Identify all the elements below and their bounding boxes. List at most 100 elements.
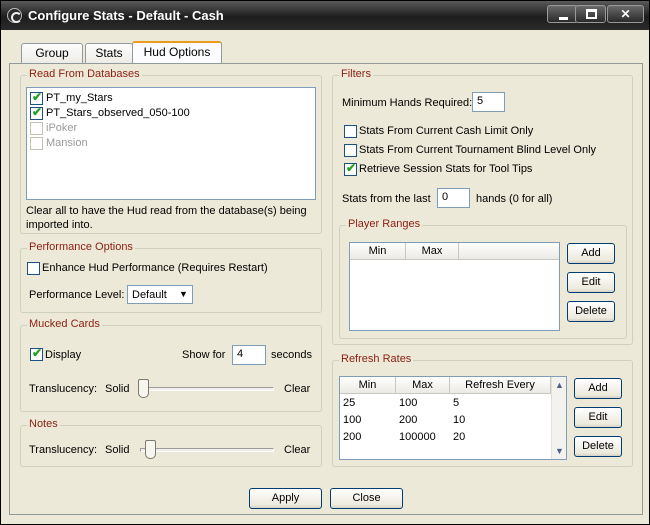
minimize-button[interactable] [547,5,578,23]
database-label: PT_Stars_observed_050-100 [46,107,190,119]
mucked-cards-group: Mucked Cards ✔ Display Show for 4 second… [20,318,322,412]
mucked-translucency-slider[interactable] [140,387,274,391]
tournament-blind-checkbox[interactable] [344,144,357,157]
column-header-max[interactable]: Max [396,377,450,394]
database-checkbox[interactable]: ✔ [30,105,43,120]
database-list[interactable]: ✔ PT_my_Stars ✔ PT_Stars_observed_050-10… [26,87,316,200]
database-checkbox [30,122,43,135]
performance-options-group: Performance Options Enhance Hud Performa… [20,241,322,313]
stats-from-last-input[interactable]: 0 [437,188,470,208]
refresh-rates-edit-button[interactable]: Edit [574,407,622,428]
close-icon: ✕ [620,7,631,21]
refresh-rates-title: Refresh Rates [339,353,414,365]
display-label: Display [45,349,82,361]
mucked-cards-title: Mucked Cards [27,318,102,330]
column-header-blank [459,243,559,260]
database-label: Mansion [46,137,88,149]
scroll-down-icon[interactable]: ▼ [553,445,566,457]
notes-clear-label: Clear [284,444,311,456]
row-min: 200 [343,431,362,443]
database-label: iPoker [46,122,78,134]
refresh-rates-scrollbar[interactable]: ▲ ▼ [551,377,566,459]
seconds-label: seconds [271,349,312,361]
read-from-databases-group: Read From Databases ✔ PT_my_Stars ✔ PT_S… [20,68,322,234]
tab-hud-options[interactable]: Hud Options [132,41,222,65]
apply-button[interactable]: Apply [249,488,322,509]
performance-level-select[interactable]: Default ▼ [127,285,193,304]
column-header-max[interactable]: Max [406,243,459,260]
player-ranges-title: Player Ranges [346,218,423,230]
show-for-label: Show for [182,349,226,361]
maximize-button[interactable] [575,5,606,23]
notes-solid-label: Solid [105,444,130,456]
player-ranges-edit-button[interactable]: Edit [567,272,615,293]
tab-stats[interactable]: Stats [85,43,133,64]
notes-title: Notes [27,418,60,430]
scroll-up-icon[interactable]: ▲ [553,379,566,391]
database-label: PT_my_Stars [46,92,113,104]
read-from-databases-title: Read From Databases [27,68,142,80]
stats-from-last-label: Stats from the last [342,193,431,205]
configure-stats-window: Configure Stats - Default - Cash ✕ Group… [0,0,650,525]
display-checkbox[interactable]: ✔ [30,346,43,361]
minimum-hands-input[interactable]: 5 [472,92,505,112]
database-help-text-line1: Clear all to have the Hud read from the … [26,205,307,217]
enhance-hud-checkbox[interactable] [27,262,40,275]
row-refresh: 10 [453,414,466,426]
column-header-min[interactable]: Min [350,243,406,260]
database-checkbox [30,137,43,150]
column-header-refresh-every[interactable]: Refresh Every [450,377,551,394]
translucency-label: Translucency: [29,383,98,395]
row-refresh: 5 [453,397,460,409]
refresh-rates-table[interactable]: Min Max Refresh Every 25 100 5 100 200 1… [339,376,567,460]
refresh-rates-delete-button[interactable]: Delete [574,436,622,457]
performance-level-label: Performance Level: [29,289,125,301]
performance-level-value: Default [132,289,167,301]
player-ranges-add-button[interactable]: Add [567,243,615,264]
cash-limit-checkbox[interactable] [344,125,357,138]
database-checkbox[interactable]: ✔ [30,90,43,105]
column-header-min[interactable]: Min [340,377,396,394]
row-min: 25 [343,397,356,409]
table-row[interactable]: 25 100 5 [340,396,551,412]
cash-limit-label: Stats From Current Cash Limit Only [359,125,534,137]
close-window-button[interactable]: ✕ [607,5,644,23]
minimum-hands-label: Minimum Hands Required: [342,97,473,109]
filters-group: Filters Minimum Hands Required: 5 Stats … [332,68,633,345]
row-min: 100 [343,414,362,426]
row-refresh: 20 [453,431,466,443]
checkmark-icon: ✔ [32,346,43,360]
table-row[interactable]: 100 200 10 [340,413,551,429]
clear-label: Clear [284,383,311,395]
database-help-text-line2: imported into. [26,219,93,231]
player-ranges-list[interactable]: Min Max [349,242,560,331]
session-stats-label: Retrieve Session Stats for Tool Tips [359,163,533,175]
filters-title: Filters [339,68,373,80]
player-ranges-group: Player Ranges Min Max Add Edit Delete [339,218,627,339]
app-icon [7,8,22,23]
refresh-rates-group: Refresh Rates Min Max Refresh Every 25 1… [332,353,633,467]
table-row[interactable]: 200 100000 20 [340,430,551,446]
notes-group: Notes Translucency: Solid Clear [20,418,322,467]
show-for-seconds-input[interactable]: 4 [232,345,266,365]
checkmark-icon: ✔ [32,90,43,104]
session-stats-checkbox[interactable]: ✔ [344,161,357,176]
row-max: 100000 [399,431,436,443]
hands-label: hands (0 for all) [476,193,553,205]
checkmark-icon: ✔ [346,161,357,175]
maximize-icon [586,9,597,19]
close-button[interactable]: Close [330,488,403,509]
mucked-translucency-slider-handle[interactable] [138,379,149,398]
notes-translucency-slider[interactable] [140,448,274,452]
notes-translucency-label: Translucency: [29,444,98,456]
tournament-blind-label: Stats From Current Tournament Blind Leve… [359,144,597,156]
row-max: 200 [399,414,418,426]
checkmark-icon: ✔ [32,105,43,119]
player-ranges-delete-button[interactable]: Delete [567,301,615,322]
refresh-rates-add-button[interactable]: Add [574,378,622,399]
minimize-icon [559,17,568,20]
title-bar[interactable]: Configure Stats - Default - Cash ✕ [1,1,649,30]
notes-translucency-slider-handle[interactable] [145,440,157,459]
tab-group[interactable]: Group [21,43,83,64]
performance-options-title: Performance Options [27,241,135,253]
